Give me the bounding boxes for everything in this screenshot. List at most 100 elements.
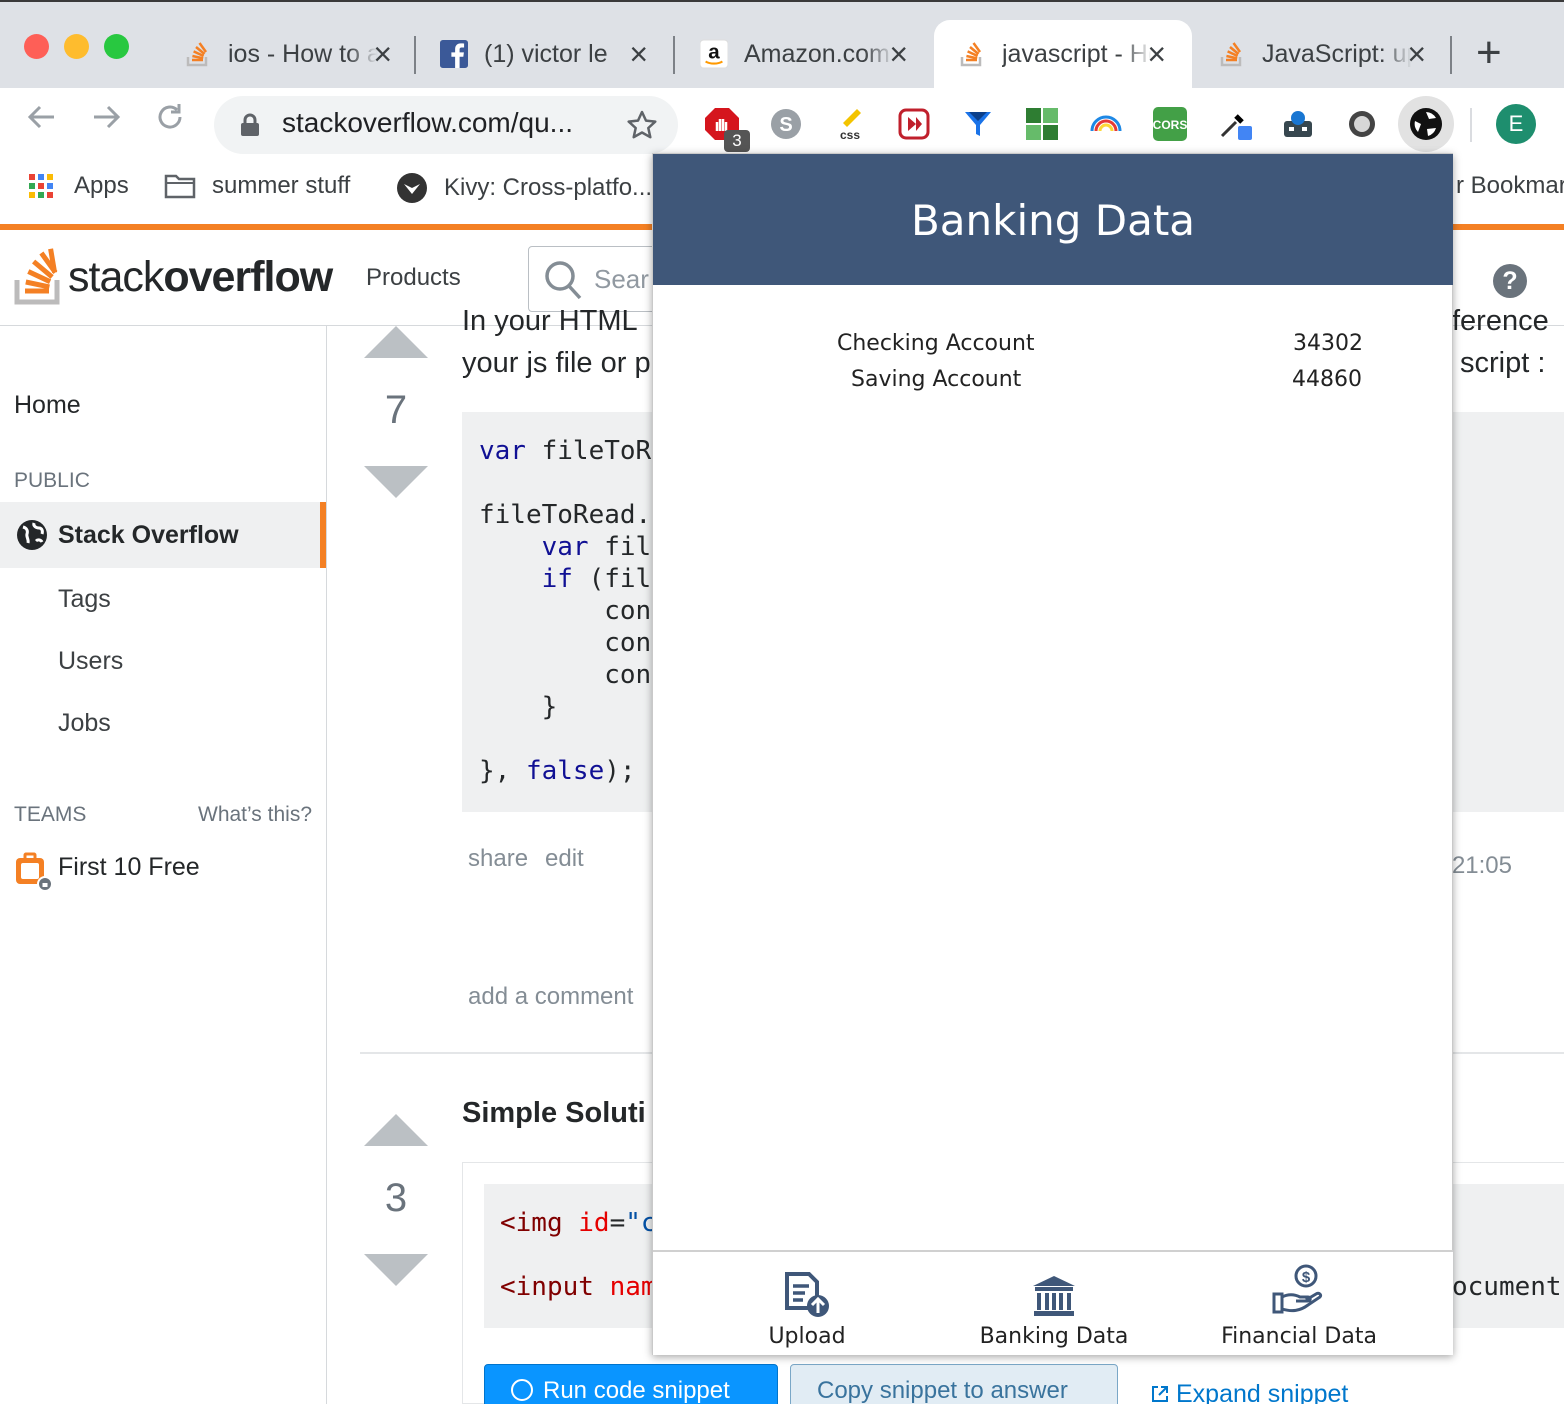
downvote-button[interactable] xyxy=(364,1254,428,1286)
banking-extension-icon[interactable] xyxy=(1408,106,1444,142)
edit-link[interactable]: edit xyxy=(545,845,584,873)
tab-title: Amazon.com xyxy=(744,39,890,68)
sidebar-divider xyxy=(326,326,327,1404)
circle-extension-icon[interactable] xyxy=(1344,106,1380,142)
banking-data-label: Banking Data xyxy=(979,1324,1129,1349)
browser-tab[interactable]: (1) victor le × xyxy=(416,20,674,88)
copy-snippet-button[interactable]: Copy snippet to answer xyxy=(790,1364,1118,1404)
upvote-button[interactable] xyxy=(364,326,428,358)
financial-data-tab-button[interactable]: $ Financial Data xyxy=(1219,1262,1379,1349)
bookmark-apps[interactable]: Apps xyxy=(28,172,129,200)
bookmark-label: Kivy: Cross-platfo... xyxy=(444,174,653,201)
search-placeholder: Search xyxy=(594,264,650,294)
sidebar-item-tags[interactable]: Tags xyxy=(58,585,111,614)
tab-divider xyxy=(673,36,675,74)
sidebar-item-jobs[interactable]: Jobs xyxy=(58,709,111,738)
rainbow-extension-icon[interactable] xyxy=(1088,106,1124,142)
snippet-code-text: ocument. xyxy=(1452,1272,1564,1302)
svg-text:a: a xyxy=(708,41,720,64)
back-arrow-icon xyxy=(27,105,54,129)
facebook-icon xyxy=(440,40,468,68)
new-tab-button[interactable]: + xyxy=(1476,28,1502,78)
close-tab-icon[interactable]: × xyxy=(889,38,908,70)
minimize-window-button[interactable] xyxy=(64,34,89,59)
popup-footer-nav: Upload Banking Data $ Financial Data xyxy=(653,1250,1453,1355)
lock-icon[interactable] xyxy=(240,113,260,142)
tab-title: (1) victor le xyxy=(484,39,608,68)
so-logo[interactable]: stack overflow xyxy=(14,244,333,306)
stackoverflow-icon xyxy=(1218,40,1246,68)
run-snippet-label: Run code snippet xyxy=(543,1377,730,1404)
sidebar-section-public: PUBLIC xyxy=(14,469,90,492)
url-text[interactable]: stackoverflow.com/qu... xyxy=(282,107,600,139)
eyedropper-extension-icon[interactable] xyxy=(1218,106,1254,142)
logo-text-light: stack xyxy=(68,253,164,301)
expand-snippet-link[interactable]: Expand snippet xyxy=(1150,1380,1348,1404)
popup-title: Banking Data xyxy=(653,154,1453,285)
bookmark-star-icon[interactable] xyxy=(626,109,658,146)
answer-text-line: script : xyxy=(1460,347,1546,379)
snippet-code-text: <img id="c <input name xyxy=(500,1208,652,1302)
bookmark-label: summer stuff xyxy=(212,172,351,199)
vote-count: 3 xyxy=(384,1176,408,1220)
answer-heading: Simple Soluti xyxy=(462,1097,646,1129)
bookmark-kivy[interactable]: Kivy: Cross-platfo... xyxy=(396,172,652,204)
browser-tab[interactable]: a Amazon.com × xyxy=(676,20,934,88)
close-tab-icon[interactable]: × xyxy=(373,38,392,70)
bank-icon xyxy=(1033,1276,1075,1316)
snippet-code-block xyxy=(1452,1184,1564,1328)
account-name: Checking Account xyxy=(837,331,1035,356)
browser-tab[interactable]: JavaScript: up × xyxy=(1194,20,1452,88)
css-extension-icon[interactable]: css xyxy=(832,106,868,142)
banking-data-tab-button[interactable]: Banking Data xyxy=(979,1262,1129,1349)
browser-tab-active[interactable]: javascript - How × xyxy=(934,20,1192,88)
share-link[interactable]: share xyxy=(468,845,528,873)
upload-document-icon xyxy=(785,1272,829,1317)
extension-badge: 3 xyxy=(724,130,750,152)
downvote-button[interactable] xyxy=(364,466,428,498)
run-snippet-button[interactable]: Run code snippet xyxy=(484,1364,778,1404)
account-value: 44860 xyxy=(1292,367,1362,392)
extension-popup: Banking Data Checking Account 34302 Savi… xyxy=(652,153,1453,1355)
briefcase-icon xyxy=(14,852,54,897)
maximize-window-button[interactable] xyxy=(104,34,129,59)
upload-label: Upload xyxy=(768,1324,846,1349)
answer-text-line: In your HTML xyxy=(462,305,638,337)
account-value: 34302 xyxy=(1293,331,1363,356)
robot-extension-icon[interactable] xyxy=(1280,106,1316,142)
filter-extension-icon[interactable] xyxy=(960,106,996,142)
financial-data-label: Financial Data xyxy=(1221,1324,1377,1349)
add-comment-link[interactable]: add a comment xyxy=(468,983,652,1011)
upload-tab-button[interactable]: Upload xyxy=(747,1262,867,1349)
answer-text-line: your js file or p xyxy=(462,347,651,379)
tab-title: JavaScript: up xyxy=(1262,39,1412,68)
grid-extension-icon[interactable] xyxy=(1024,106,1060,142)
close-tab-icon[interactable]: × xyxy=(1147,38,1166,70)
close-window-button[interactable] xyxy=(24,34,49,59)
bookmark-other[interactable]: r Bookmarks xyxy=(1456,172,1564,200)
products-menu[interactable]: Products xyxy=(366,264,461,292)
media-extension-icon[interactable] xyxy=(896,106,932,142)
bookmark-folder-summer-stuff[interactable]: summer stuff xyxy=(164,172,350,200)
forward-button[interactable] xyxy=(90,100,122,144)
profile-avatar[interactable]: E xyxy=(1496,104,1536,144)
browser-tab[interactable]: ios - How to add × xyxy=(160,20,418,88)
close-tab-icon[interactable]: × xyxy=(1407,38,1426,70)
tab-divider xyxy=(1450,36,1452,74)
cors-extension-icon[interactable]: CORS xyxy=(1152,106,1188,142)
hand-dollar-icon: $ xyxy=(1272,1264,1323,1314)
tab-title: ios - How to add xyxy=(228,39,378,68)
play-icon xyxy=(511,1379,533,1401)
close-tab-icon[interactable]: × xyxy=(629,38,648,70)
skype-extension-icon[interactable]: S xyxy=(768,106,804,142)
whats-this-link[interactable]: What’s this? xyxy=(198,803,312,827)
sidebar-item-home[interactable]: Home xyxy=(14,391,81,420)
code-text: var fileToRead fileToRead.addEventListen… xyxy=(479,436,652,786)
upvote-button[interactable] xyxy=(364,1114,428,1146)
help-icon[interactable]: ? xyxy=(1493,264,1527,298)
first-free-link[interactable]: First 10 Free xyxy=(58,853,200,882)
back-button[interactable] xyxy=(26,100,58,144)
sidebar-item-users[interactable]: Users xyxy=(58,647,123,676)
external-link-icon xyxy=(1152,1386,1168,1402)
reload-button[interactable] xyxy=(154,100,186,144)
